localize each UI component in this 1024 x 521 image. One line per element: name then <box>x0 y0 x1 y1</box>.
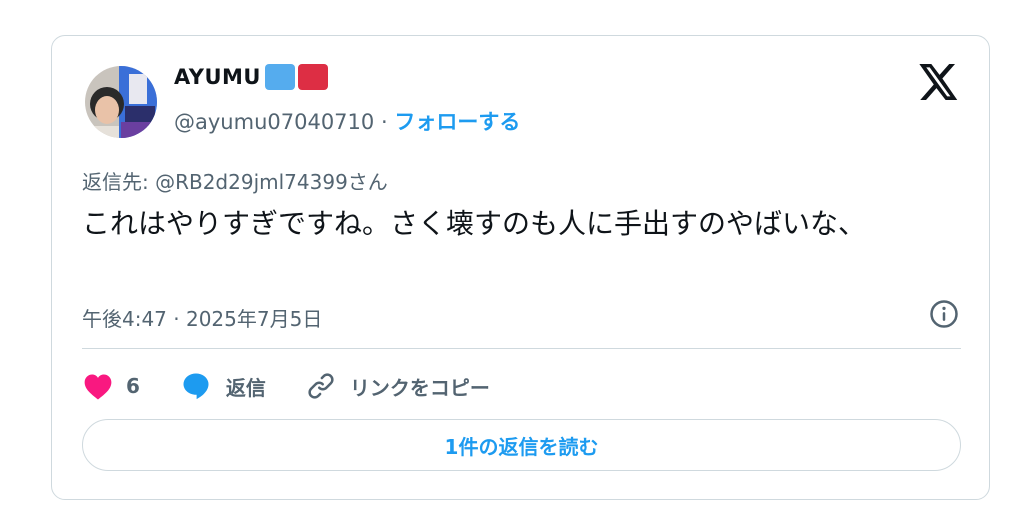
link-icon <box>308 373 334 399</box>
tweet-text: これはやりすぎですね。さく壊すのも人に手出すのやばいな、 <box>82 207 867 240</box>
divider <box>82 348 961 349</box>
author-name-row: AYUMU <box>174 64 328 90</box>
like-count: 6 <box>126 374 140 398</box>
follow-button[interactable]: フォローする <box>394 110 520 134</box>
author-display-name[interactable]: AYUMU <box>174 65 261 89</box>
copy-link-button[interactable]: リンクをコピー <box>306 371 490 401</box>
author-handle-row: @ayumu07040710 · フォローする <box>174 106 520 136</box>
separator-dot: · <box>380 110 388 134</box>
copy-link-label: リンクをコピー <box>349 375 490 400</box>
red-square-emoji <box>297 64 328 90</box>
timestamp[interactable]: 午後4:47 · 2025年7月5日 <box>82 303 322 332</box>
avatar[interactable] <box>85 66 157 138</box>
action-bar: 6 返信 リンクをコピー <box>82 366 490 406</box>
like-button[interactable]: 6 <box>82 372 140 400</box>
author-handle[interactable]: @ayumu07040710 <box>174 110 374 134</box>
heart-icon <box>84 374 112 400</box>
reply-button[interactable]: 返信 <box>180 371 266 401</box>
x-logo-icon[interactable] <box>919 64 959 100</box>
embedded-tweet-card: AYUMU @ayumu07040710 · フォローする 返信先: @RB2d… <box>51 35 990 500</box>
reply-label: 返信 <box>225 375 266 400</box>
info-icon[interactable] <box>929 299 959 329</box>
blue-square-emoji <box>264 64 295 90</box>
reply-bubble-icon <box>183 373 209 400</box>
replying-to[interactable]: 返信先: @RB2d29jml74399さん <box>82 166 388 195</box>
read-replies-button[interactable]: 1件の返信を読む <box>82 419 961 471</box>
